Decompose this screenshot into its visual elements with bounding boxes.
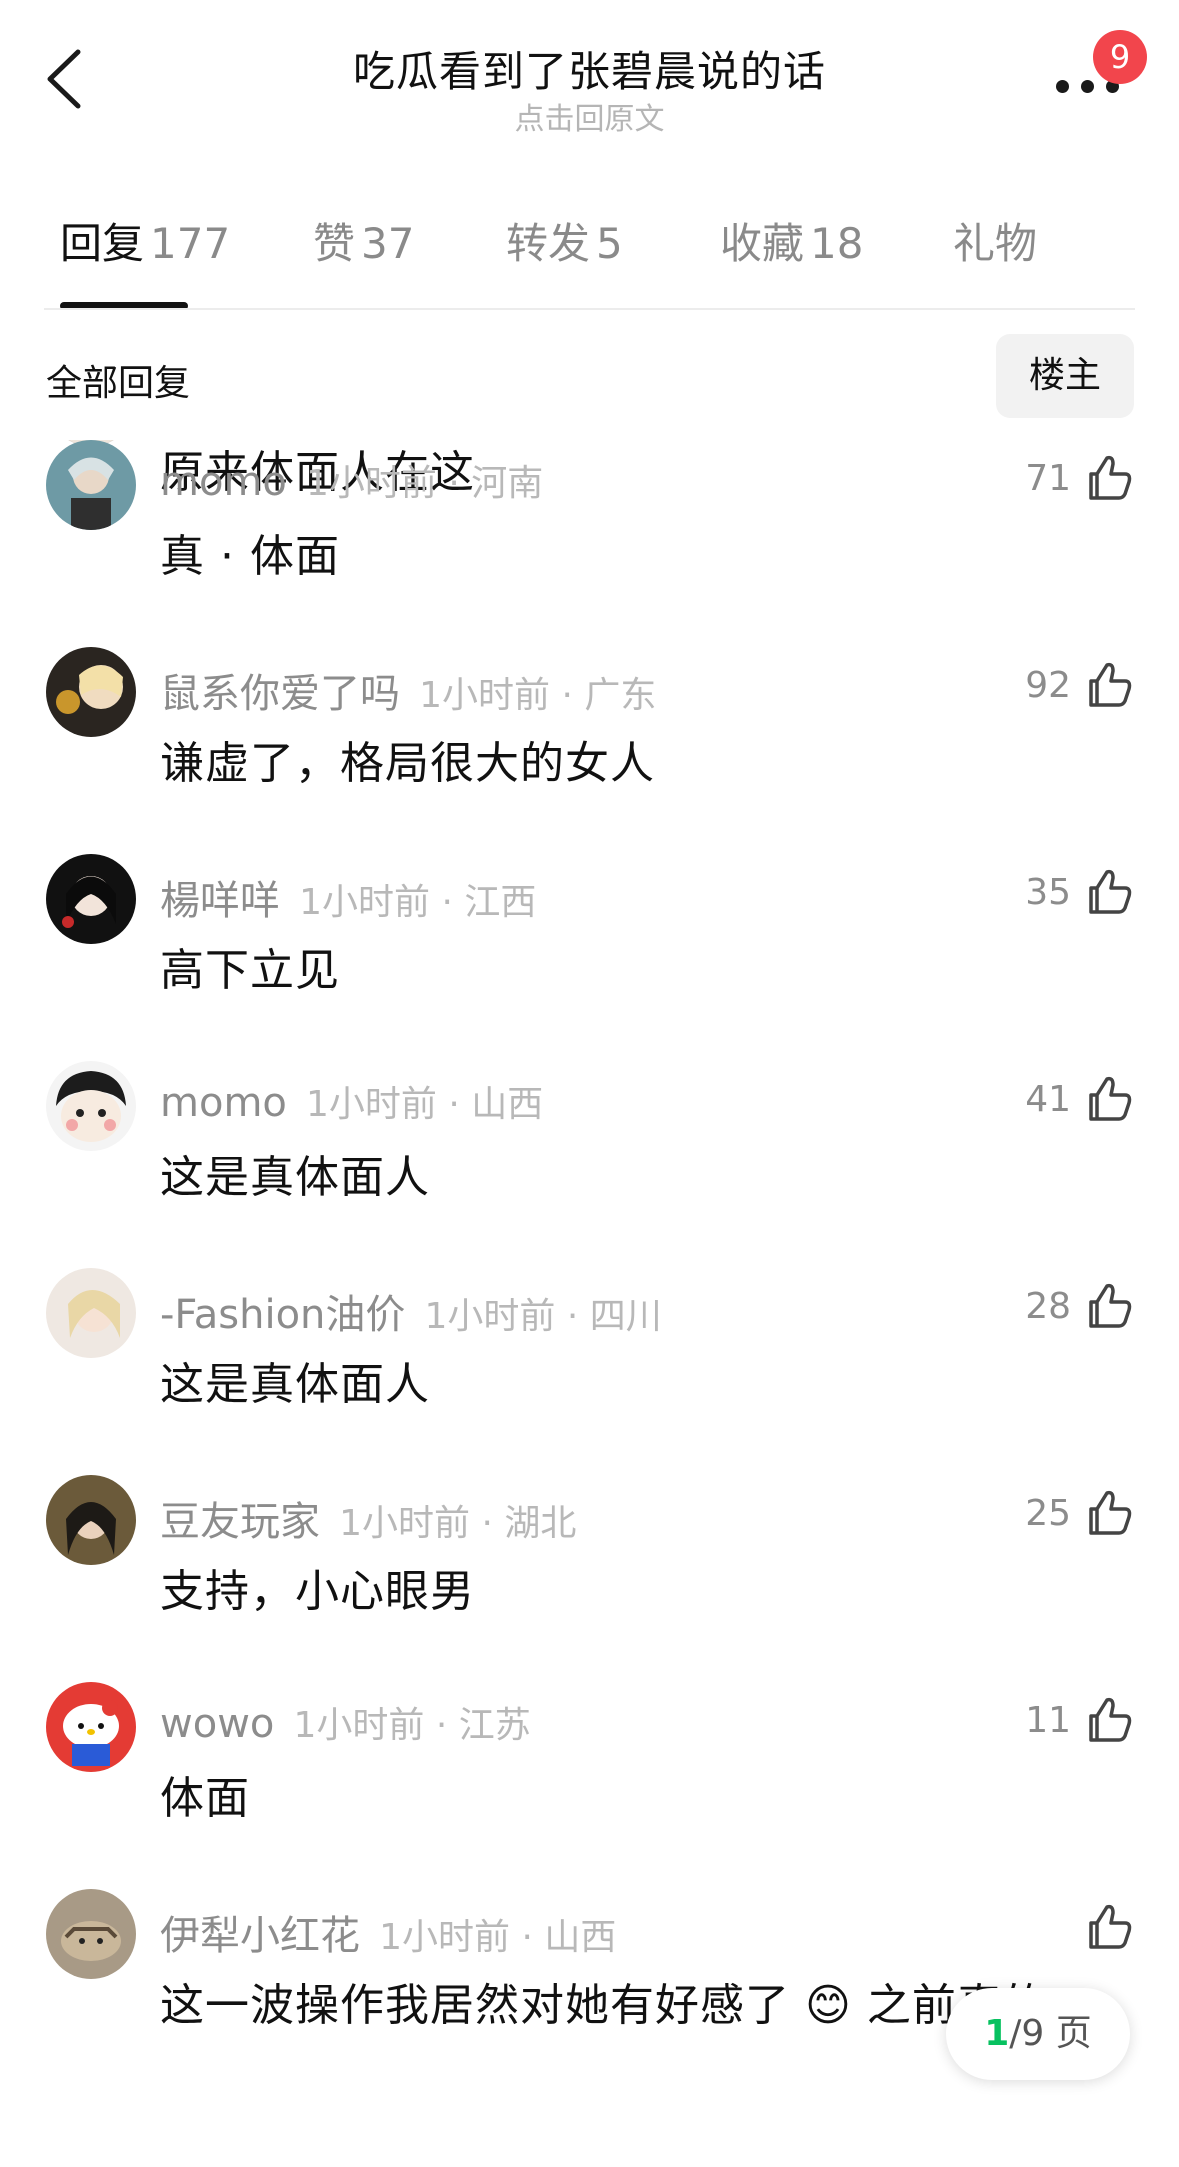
like-count: 28 [1025, 1285, 1071, 1327]
thumbs-up-icon [1089, 1697, 1132, 1742]
tab-label: 赞 [313, 219, 356, 268]
like-button[interactable]: 35 [1025, 864, 1135, 920]
like-count: 25 [1025, 1492, 1071, 1534]
avatar[interactable] [46, 1682, 136, 1772]
comment-item: -Fashion油价 1小时前 · 四川 这是真体面人 28 [0, 1268, 1179, 1448]
comment-text: 支持，小心眼男 [160, 1566, 475, 1617]
comment-item: 楊咩咩 1小时前 · 江西 高下立见 35 [0, 854, 1179, 1034]
tab-label: 收藏 [720, 219, 805, 268]
like-button[interactable]: 92 [1025, 657, 1135, 713]
comment-time-location: 1小时前 · 湖北 [339, 1503, 577, 1544]
username[interactable]: 楊咩咩 [160, 878, 280, 924]
comment-item: 豆友玩家 1小时前 · 湖北 支持，小心眼男 25 [0, 1475, 1179, 1655]
thumbs-up-icon [1089, 1490, 1132, 1535]
like-button[interactable]: 28 [1025, 1278, 1135, 1334]
comment-text: 这一波操作我居然对她有好感了 😊 之前真的 [160, 1980, 1047, 2031]
comment-item: 鼠系你爱了吗 1小时前 · 广东 谦虚了，格局很大的女人 92 [0, 647, 1179, 827]
username[interactable]: wowo [160, 1701, 274, 1747]
avatar[interactable] [46, 1268, 136, 1358]
like-count: 71 [1025, 457, 1071, 499]
comment-item: momo 1小时前 · 山西 这是真体面人 41 [0, 1061, 1179, 1241]
comment-time-location: 1小时前 · 山西 [379, 1917, 617, 1958]
current-page: 1 [984, 2013, 1010, 2054]
comment-text: 高下立见 [160, 945, 340, 996]
thumbs-up-icon [1089, 662, 1132, 707]
tab-count: 37 [361, 219, 415, 268]
like-button[interactable]: 41 [1025, 1071, 1135, 1127]
comment-item: momo 1小时前 · 河南 真 · 体面 71 [0, 440, 1179, 620]
thumbs-up-icon [1089, 1283, 1132, 1328]
comment-time-location: 1小时前 · 江西 [299, 882, 537, 923]
comment-meta: 楊咩咩 1小时前 · 江西 [160, 868, 536, 926]
comment-time-location: 1小时前 · 四川 [424, 1296, 662, 1337]
username[interactable]: momo [160, 1080, 287, 1126]
op-only-button[interactable]: 楼主 [996, 334, 1134, 418]
divider [44, 308, 1135, 310]
avatar[interactable] [46, 1889, 136, 1979]
like-button[interactable] [1071, 1899, 1135, 1955]
avatar[interactable] [46, 440, 136, 530]
page-title: 吃瓜看到了张碧晨说的话 [352, 47, 826, 96]
notification-badge: 9 [1093, 30, 1147, 84]
top-bar: 吃瓜看到了张碧晨说的话 点击回原文 9 [0, 0, 1179, 150]
comment-text: 体面 [160, 1773, 250, 1824]
comment-meta: momo 1小时前 · 河南 [160, 454, 543, 506]
comment-text: 谦虚了，格局很大的女人 [160, 738, 655, 789]
like-button[interactable]: 25 [1025, 1485, 1135, 1541]
avatar[interactable] [46, 1061, 136, 1151]
back-to-original-link[interactable]: 点击回原文 [250, 94, 929, 138]
all-replies-label: 全部回复 [46, 363, 191, 404]
tab-count: 18 [810, 219, 864, 268]
comment-text: 这是真体面人 [160, 1359, 430, 1410]
username[interactable]: momo [160, 459, 287, 505]
comment-time-location: 1小时前 · 山西 [305, 1084, 544, 1125]
username[interactable]: 鼠系你爱了吗 [160, 671, 400, 717]
page-indicator[interactable]: 1/9 页 [946, 1988, 1130, 2080]
like-button[interactable]: 71 [1025, 450, 1135, 506]
comment-meta: -Fashion油价 1小时前 · 四川 [160, 1282, 662, 1340]
total-pages: /9 页 [1009, 2013, 1092, 2054]
tab-bar: 回复 177 赞 37 转发 5 收藏 18 礼物 [0, 210, 1179, 310]
tab-likes[interactable]: 赞 37 [313, 210, 414, 271]
comment-list: 原来体面人在这 momo 1小时前 · 河南 真 · 体面 71 鼠系你爱了吗 … [0, 440, 1179, 2150]
comment-time-location: 1小时前 · 江苏 [293, 1705, 531, 1746]
thumbs-up-icon [1089, 455, 1132, 500]
tab-label: 转发 [506, 219, 591, 268]
thumbs-up-icon [1089, 1076, 1132, 1121]
comment-meta: 伊犁小红花 1小时前 · 山西 [160, 1903, 616, 1961]
like-count: 92 [1025, 664, 1071, 706]
comment-text: 这是真体面人 [160, 1152, 430, 1203]
comment-item: wowo 1小时前 · 江苏 体面 11 [0, 1682, 1179, 1862]
thumbs-up-icon [1089, 1904, 1132, 1949]
avatar[interactable] [46, 854, 136, 944]
tab-label: 礼物 [953, 219, 1038, 268]
tab-count: 177 [150, 219, 231, 268]
comment-meta: 鼠系你爱了吗 1小时前 · 广东 [160, 661, 656, 719]
comment-meta: momo 1小时前 · 山西 [160, 1075, 543, 1127]
tab-gifts[interactable]: 礼物 [953, 210, 1037, 271]
comment-time-location: 1小时前 · 河南 [305, 463, 544, 504]
username[interactable]: 豆友玩家 [160, 1499, 320, 1545]
comment-time-location: 1小时前 · 广东 [419, 675, 657, 716]
username[interactable]: 伊犁小红花 [160, 1913, 360, 1959]
like-count: 41 [1025, 1078, 1071, 1120]
comment-text: 真 · 体面 [160, 531, 340, 582]
avatar[interactable] [46, 1475, 136, 1565]
username[interactable]: -Fashion油价 [160, 1292, 405, 1338]
tab-reposts[interactable]: 转发 5 [506, 210, 623, 271]
back-icon[interactable] [40, 44, 90, 114]
tab-count: 5 [596, 219, 623, 268]
thumbs-up-icon [1089, 869, 1132, 914]
tab-label: 回复 [60, 219, 145, 268]
like-button[interactable]: 11 [1025, 1692, 1135, 1748]
like-count: 11 [1025, 1699, 1071, 1741]
comment-meta: wowo 1小时前 · 江苏 [160, 1696, 531, 1748]
comment-meta: 豆友玩家 1小时前 · 湖北 [160, 1489, 576, 1547]
tab-favorites[interactable]: 收藏 18 [720, 210, 863, 271]
avatar[interactable] [46, 647, 136, 737]
tab-replies[interactable]: 回复 177 [60, 210, 230, 271]
like-count: 35 [1025, 871, 1071, 913]
